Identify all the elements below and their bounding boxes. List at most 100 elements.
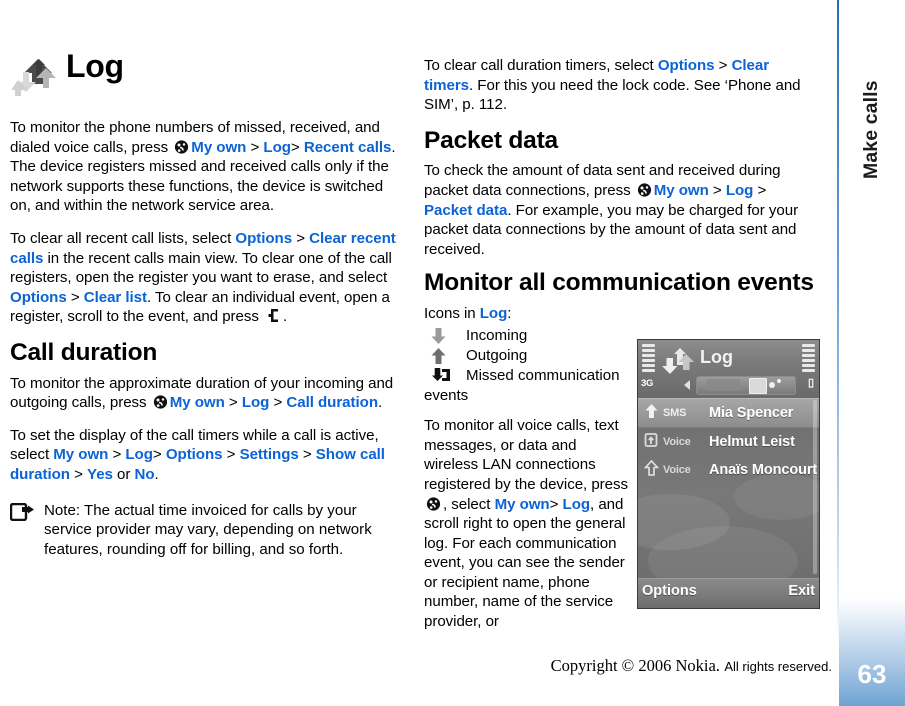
missed-call-icon bbox=[644, 432, 659, 453]
keyword-yes: Yes bbox=[87, 465, 113, 483]
paragraph-clear-timers: To clear call duration timers, select Op… bbox=[424, 56, 816, 115]
icon-legend: Icons in Log: Incoming Outgoing Missed c… bbox=[424, 304, 629, 632]
note-icon bbox=[9, 502, 36, 527]
phone-screenshot-log-view: 3G ▯ Log SMS Mia Spencer Voice Helmut Le… bbox=[637, 339, 820, 609]
separator: > bbox=[753, 181, 767, 199]
heading-call-duration: Call duration bbox=[10, 338, 158, 366]
text: : bbox=[507, 304, 512, 322]
separator: > bbox=[290, 138, 300, 156]
tab-strip bbox=[696, 376, 796, 395]
chevron-left-icon bbox=[684, 380, 690, 390]
text: To clear all recent call lists, select bbox=[10, 229, 236, 247]
legend-label: Incoming bbox=[466, 326, 528, 344]
page-footer: Copyright © 2006 Nokia. All rights reser… bbox=[0, 656, 832, 676]
keyword-log: Log bbox=[479, 304, 508, 322]
separator: > bbox=[152, 446, 166, 464]
battery-icon: ▯ bbox=[807, 377, 814, 389]
phone-screen-title: Log bbox=[700, 347, 733, 367]
page-number: 63 bbox=[857, 659, 887, 689]
log-list-item[interactable]: Voice Anaïs Moncourt bbox=[638, 456, 819, 484]
legend-item-outgoing: Outgoing bbox=[424, 346, 629, 366]
paragraph-show-call-duration: To set the display of the call timers wh… bbox=[10, 426, 402, 485]
separator: > bbox=[222, 446, 240, 464]
timer-tab-icon bbox=[706, 379, 740, 391]
log-list-item[interactable]: Voice Helmut Leist bbox=[638, 428, 819, 456]
arrow-up-icon bbox=[643, 459, 660, 481]
log-app-icon-small bbox=[660, 346, 698, 383]
log-item-name: Anaïs Moncourt bbox=[709, 462, 818, 478]
softkey-exit[interactable]: Exit bbox=[788, 583, 815, 599]
tab-dot-icon bbox=[769, 382, 775, 388]
note-block: Note: The actual time invoiced for calls… bbox=[9, 501, 402, 560]
menu-key-icon bbox=[153, 395, 168, 409]
heading-packet-data: Packet data bbox=[424, 126, 558, 154]
copyright-text: Copyright © 2006 Nokia. bbox=[550, 656, 720, 675]
menu-key-icon bbox=[174, 139, 189, 154]
separator: > bbox=[69, 465, 88, 483]
keyword-options: Options bbox=[165, 446, 223, 464]
softkey-options[interactable]: Options bbox=[642, 583, 697, 599]
separator: > bbox=[269, 394, 287, 412]
keyword-log: Log bbox=[562, 495, 591, 513]
text: , and scroll right to open the general l… bbox=[424, 495, 626, 631]
legend-label: Outgoing bbox=[466, 346, 528, 364]
battery-level-icon bbox=[802, 344, 815, 378]
legend-item-missed: Missed communication bbox=[424, 366, 629, 386]
keyword-options: Options bbox=[235, 229, 293, 247]
legend-item-incoming: Incoming bbox=[424, 326, 629, 346]
rights-text: All rights reserved. bbox=[724, 659, 832, 674]
separator: > bbox=[292, 229, 310, 247]
separator: > bbox=[108, 446, 126, 464]
phone-status-bar: 3G ▯ Log bbox=[638, 340, 819, 398]
separator: > bbox=[714, 57, 732, 74]
text: or bbox=[112, 465, 135, 483]
legend-tail: events bbox=[424, 386, 469, 404]
separator: > bbox=[224, 394, 242, 412]
manual-page: Log To monitor the phone numbers of miss… bbox=[0, 0, 905, 706]
log-item-name: Helmut Leist bbox=[709, 434, 795, 450]
log-item-type: SMS bbox=[663, 407, 687, 419]
text: , select bbox=[443, 495, 495, 513]
phone-softkey-bar: Options Exit bbox=[638, 578, 819, 607]
log-list-item[interactable]: SMS Mia Spencer bbox=[638, 398, 819, 428]
paragraph-monitor-numbers: To monitor the phone numbers of missed, … bbox=[10, 118, 402, 216]
text: To clear call duration timers, select bbox=[424, 57, 658, 74]
log-tab-icon bbox=[749, 378, 767, 394]
separator: > bbox=[246, 138, 264, 156]
text: . For this you need the lock code. See ‘… bbox=[424, 76, 801, 114]
scrollbar[interactable] bbox=[813, 400, 817, 574]
icons-intro: Icons in Log: bbox=[424, 304, 629, 324]
separator: > bbox=[298, 446, 316, 464]
missed-call-icon bbox=[430, 367, 452, 391]
keyword-settings: Settings bbox=[239, 446, 299, 464]
separator: > bbox=[66, 288, 84, 306]
text: in the recent calls main view. To clear … bbox=[10, 249, 392, 287]
text: . bbox=[154, 465, 159, 483]
clear-key-icon bbox=[267, 308, 280, 323]
keyword-options: Options bbox=[657, 57, 715, 74]
arrow-up-icon bbox=[644, 403, 659, 424]
paragraph-packet-data: To check the amount of data sent and rec… bbox=[424, 161, 816, 259]
text: To monitor all voice calls, text message… bbox=[424, 417, 628, 493]
keyword-recent-calls: Recent calls bbox=[303, 138, 392, 156]
keyword-my-own: My own bbox=[169, 394, 225, 412]
keyword-options-2: Options bbox=[10, 288, 67, 306]
keyword-log: Log bbox=[241, 394, 270, 412]
paragraph-clear-recent-calls: To clear all recent call lists, select O… bbox=[10, 229, 402, 327]
keyword-call-duration: Call duration bbox=[286, 394, 378, 412]
log-item-name: Mia Spencer bbox=[709, 405, 794, 421]
keyword-log: Log bbox=[125, 446, 153, 464]
phone-log-list: SMS Mia Spencer Voice Helmut Leist Voice… bbox=[638, 398, 819, 578]
signal-strength-icon bbox=[642, 344, 655, 378]
keyword-no: No bbox=[134, 465, 155, 483]
text: . bbox=[377, 394, 383, 412]
log-item-type: Voice bbox=[663, 436, 691, 448]
keyword-my-own: My own bbox=[191, 138, 247, 156]
network-indicator: 3G bbox=[641, 378, 654, 389]
left-column: To monitor the phone numbers of missed, … bbox=[9, 118, 402, 571]
text: . bbox=[283, 308, 288, 326]
keyword-packet-data: Packet data bbox=[424, 201, 508, 219]
keyword-my-own: My own bbox=[53, 446, 109, 464]
log-title-block: Log bbox=[8, 48, 398, 108]
log-item-type: Voice bbox=[663, 464, 691, 476]
